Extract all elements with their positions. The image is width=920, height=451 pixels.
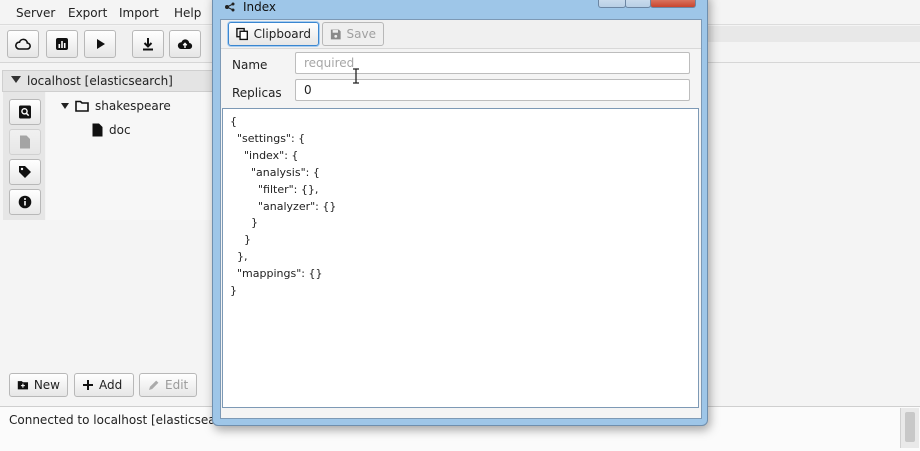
menu-export[interactable]: Export [68, 6, 107, 20]
folder-icon [75, 100, 89, 112]
json-content: { "settings": { "index": { "analysis": {… [230, 115, 337, 298]
connection-title: localhost [elasticsearch] [27, 74, 173, 88]
tree-item-shakespeare[interactable]: shakespeare [61, 99, 171, 113]
document-button[interactable] [9, 129, 41, 155]
new-label: New [33, 378, 60, 392]
name-label: Name [232, 58, 268, 72]
status-scrollbar[interactable] [900, 408, 919, 448]
upload-cloud-icon [177, 39, 193, 50]
document-icon [92, 123, 103, 137]
search-doc-icon [19, 105, 31, 119]
collapse-arrow-icon[interactable] [11, 76, 21, 83]
plus-icon [83, 380, 93, 390]
floppy-icon [330, 29, 341, 39]
scrollbar-thumb[interactable] [905, 412, 915, 442]
stats-button[interactable] [46, 30, 78, 58]
new-button[interactable]: New [9, 373, 68, 397]
tree-item-doc[interactable]: doc [92, 123, 131, 137]
cloud-icon [15, 38, 31, 50]
tree-item-label: shakespeare [95, 99, 171, 113]
edit-label: Edit [165, 378, 189, 392]
status-text: Connected to localhost [elasticsearch] [9, 413, 240, 427]
dialog-body: Clipboard Save Name required Replicas 0 … [220, 19, 702, 419]
replicas-label: Replicas [232, 86, 282, 100]
tag-button[interactable] [9, 159, 41, 185]
connection-header[interactable]: localhost [elasticsearch] [2, 70, 216, 92]
index-tree: shakespeare doc [46, 92, 214, 220]
tree-item-label: doc [109, 123, 131, 137]
info-button[interactable] [9, 189, 41, 215]
upload-button[interactable] [169, 30, 201, 58]
save-button[interactable]: Save [322, 22, 384, 46]
maximize-button[interactable] [625, 0, 651, 8]
connect-button[interactable] [7, 30, 39, 58]
menu-help[interactable]: Help [174, 6, 201, 20]
pencil-icon [149, 380, 159, 390]
json-editor[interactable]: { "settings": { "index": { "analysis": {… [222, 108, 699, 408]
minimize-button[interactable] [598, 0, 626, 8]
play-icon [97, 39, 105, 49]
menu-import[interactable]: Import [119, 6, 159, 20]
run-button[interactable] [84, 30, 116, 58]
edit-button[interactable]: Edit [139, 373, 197, 397]
tab-strip [704, 26, 920, 42]
download-button[interactable] [132, 30, 164, 58]
close-button[interactable] [650, 0, 696, 8]
copy-icon [236, 27, 248, 41]
save-label: Save [346, 27, 376, 41]
clipboard-button[interactable]: Clipboard [228, 22, 319, 46]
index-dialog: Index Clipboard Save Name required Repli… [212, 0, 708, 426]
tab-strip-lower [704, 42, 920, 63]
new-folder-icon [17, 381, 29, 390]
text-cursor-icon [352, 68, 360, 88]
add-label: Add [99, 378, 123, 392]
download-icon [143, 38, 153, 51]
dialog-toolbar: Clipboard Save [221, 20, 701, 49]
app-icon [225, 2, 235, 12]
side-tabs [3, 92, 45, 220]
menu-server[interactable]: Server [16, 6, 55, 20]
tag-icon [19, 166, 31, 178]
dialog-title: Index [243, 0, 277, 14]
add-button[interactable]: Add [74, 373, 134, 397]
stats-icon [56, 38, 68, 50]
info-icon [18, 195, 32, 209]
search-button[interactable] [9, 99, 41, 125]
document-icon [20, 135, 30, 149]
expand-arrow-icon[interactable] [61, 103, 69, 109]
clipboard-label: Clipboard [253, 27, 311, 41]
